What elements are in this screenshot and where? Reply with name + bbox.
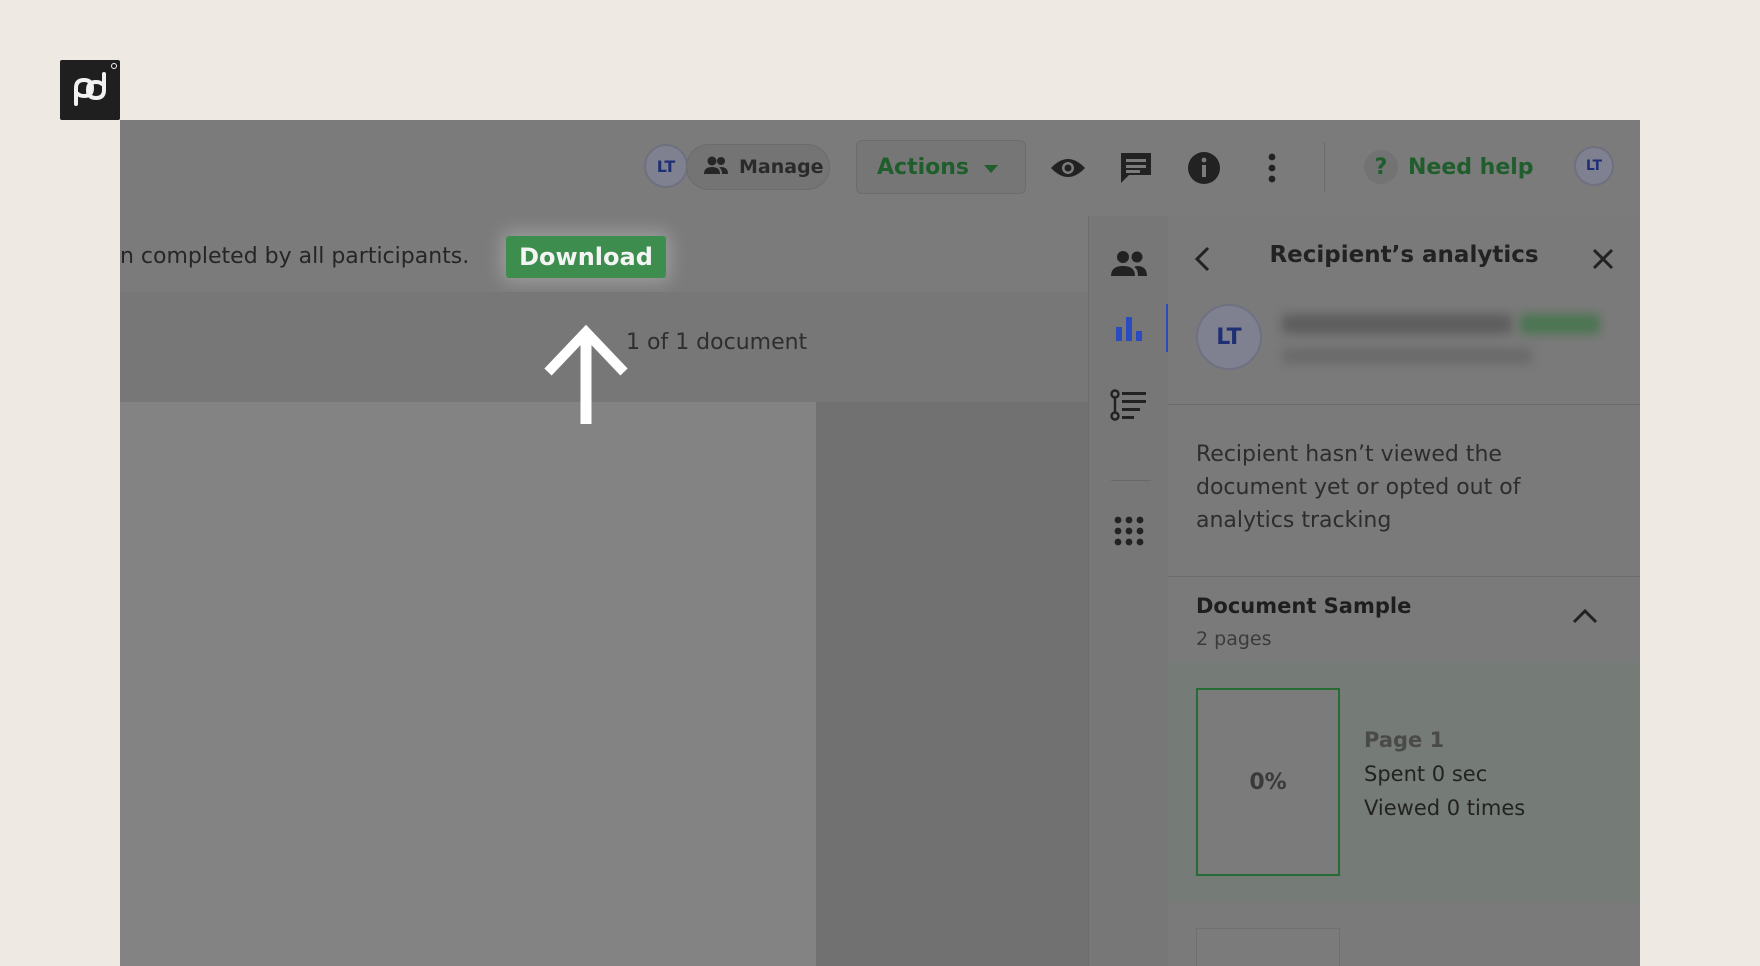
user-avatar[interactable]: LT <box>1574 146 1614 186</box>
rail-separator <box>1111 480 1151 481</box>
brand-logo <box>60 60 120 120</box>
recipient-analytics-panel: Recipient’s analytics LT Recipient hasn’… <box>1168 216 1640 966</box>
app-screenshot: LT Manage Actions ? Need help LT n compl… <box>120 120 1640 966</box>
eye-icon[interactable] <box>1048 148 1088 188</box>
page-label: Page 1 <box>1364 728 1445 752</box>
owner-avatar[interactable]: LT <box>644 144 688 188</box>
user-initials: LT <box>1585 158 1603 174</box>
document-page[interactable] <box>120 402 816 966</box>
document-page-count: 2 pages <box>1196 628 1272 650</box>
close-icon[interactable] <box>1592 248 1614 274</box>
apps-grid-icon[interactable] <box>1089 506 1169 556</box>
recipients-icon[interactable] <box>1089 238 1169 288</box>
comment-icon[interactable] <box>1116 148 1156 188</box>
analytics-note: Recipient hasn’t viewed the document yet… <box>1196 442 1521 533</box>
panel-title: Recipient’s analytics <box>1269 242 1539 268</box>
people-icon <box>703 155 729 180</box>
manage-label: Manage <box>739 156 824 178</box>
toolbar-divider <box>1324 142 1325 192</box>
analytics-icon[interactable] <box>1089 304 1169 354</box>
chevron-up-icon[interactable] <box>1572 608 1598 628</box>
recipient-name-redacted <box>1282 314 1512 334</box>
manage-button[interactable]: Manage <box>686 144 830 190</box>
audit-trail-icon[interactable] <box>1089 380 1169 430</box>
page-thumbnail: 0% <box>1196 688 1340 876</box>
document-name: Document Sample <box>1196 594 1412 618</box>
more-vertical-icon[interactable] <box>1252 148 1292 188</box>
section-divider <box>1168 576 1640 577</box>
info-icon[interactable] <box>1184 148 1224 188</box>
arrow-up-icon <box>544 324 628 424</box>
page-stat-card[interactable]: 0% Page 1 Spent 0 sec Viewed 0 times <box>1168 662 1640 902</box>
recipient-avatar: LT <box>1196 304 1262 370</box>
recipient-initials: LT <box>1216 324 1242 350</box>
document-count: 1 of 1 document <box>626 330 808 355</box>
caret-down-icon <box>983 155 999 180</box>
help-question-icon: ? <box>1364 150 1398 184</box>
recipient-status-redacted <box>1520 314 1600 334</box>
next-page-thumbnail <box>1196 928 1340 966</box>
actions-dropdown[interactable]: Actions <box>856 140 1026 194</box>
download-button[interactable]: Download <box>506 236 666 278</box>
panel-header: Recipient’s analytics <box>1168 216 1640 292</box>
recipient-row[interactable]: LT <box>1168 292 1640 405</box>
top-toolbar: LT Manage Actions ? Need help LT <box>120 120 1640 217</box>
side-icon-rail <box>1088 216 1170 966</box>
need-help-button[interactable]: ? Need help <box>1364 150 1534 184</box>
page-view-count: Viewed 0 times <box>1364 796 1526 820</box>
actions-label: Actions <box>877 154 969 180</box>
banner-message: n completed by all participants. <box>120 244 470 269</box>
need-help-label: Need help <box>1408 154 1534 180</box>
page-time-spent: Spent 0 sec <box>1364 762 1488 786</box>
owner-initials: LT <box>656 156 676 176</box>
page-view-percent: 0% <box>1249 769 1287 795</box>
completion-banner: n completed by all participants. Downloa… <box>120 216 1088 292</box>
recipient-email-redacted <box>1282 348 1532 364</box>
